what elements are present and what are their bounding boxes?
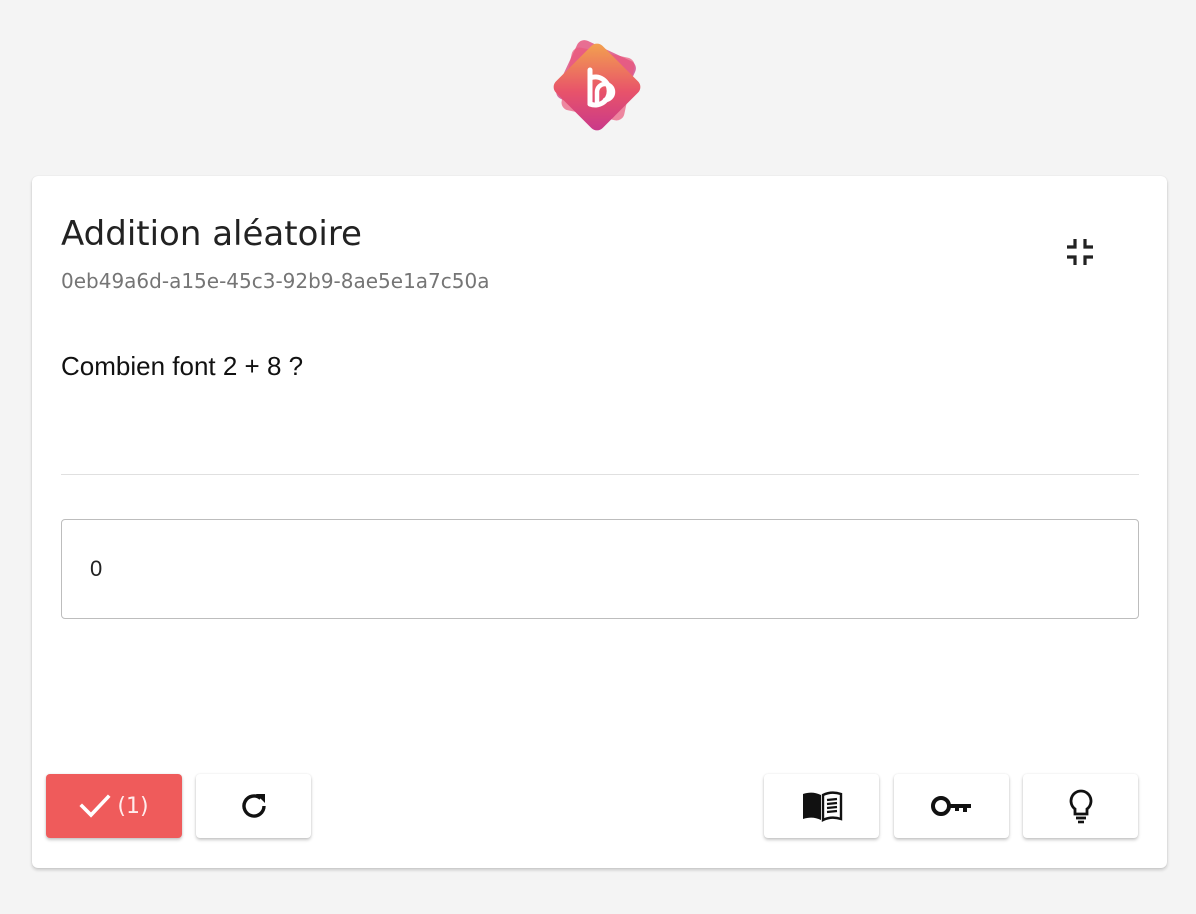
hint-button[interactable]	[1023, 774, 1138, 838]
book-icon	[802, 791, 842, 822]
solution-button[interactable]	[894, 774, 1009, 838]
exercise-id: 0eb49a6d-a15e-45c3-92b9-8ae5e1a7c50a	[61, 269, 490, 293]
check-icon	[79, 794, 111, 818]
platon-logo-icon	[553, 40, 641, 131]
statement-button[interactable]	[764, 774, 879, 838]
submit-button[interactable]: (1)	[46, 774, 182, 838]
divider	[61, 474, 1139, 475]
exercise-card: Addition aléatoire 0eb49a6d-a15e-45c3-92…	[32, 176, 1167, 868]
collapse-icon	[1067, 239, 1093, 265]
question-text: Combien font 2 + 8 ?	[61, 351, 304, 381]
collapse-button[interactable]	[1060, 232, 1100, 272]
exercise-title: Addition aléatoire	[61, 214, 362, 254]
reload-icon	[241, 794, 266, 818]
answer-input[interactable]	[61, 519, 1139, 619]
submit-count: (1)	[117, 793, 149, 819]
key-icon	[930, 796, 971, 816]
page: Addition aléatoire 0eb49a6d-a15e-45c3-92…	[0, 0, 1196, 914]
lightbulb-icon	[1069, 789, 1092, 824]
reload-button[interactable]	[196, 774, 311, 838]
